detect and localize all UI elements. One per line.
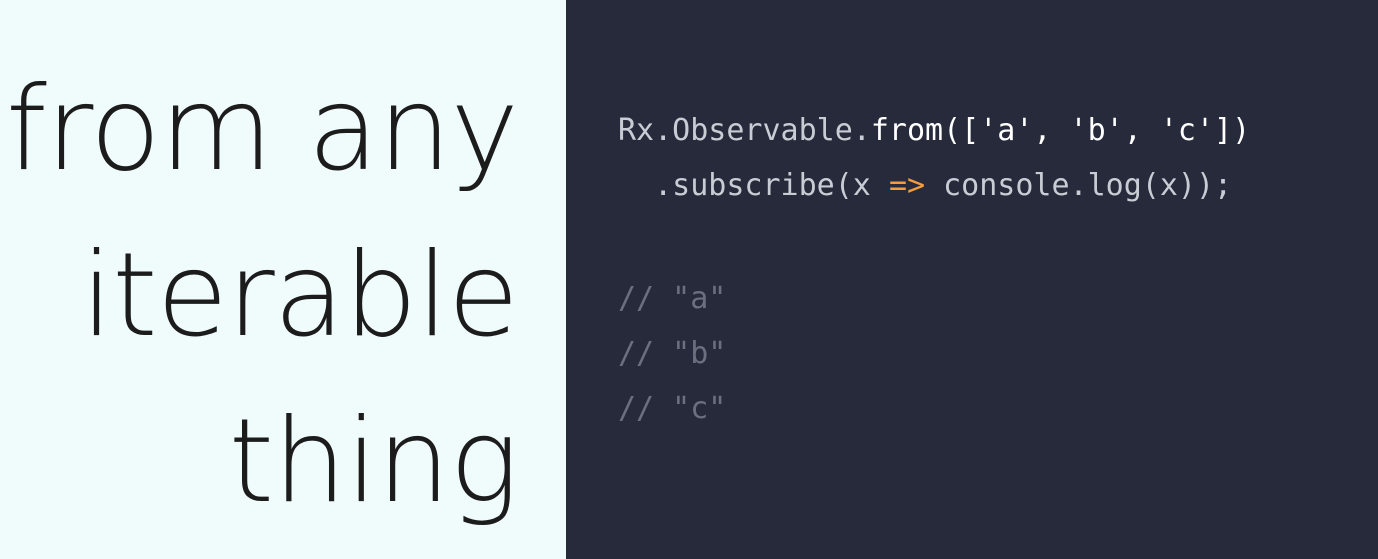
- title-line-2: iterable: [80, 228, 519, 363]
- slide: from any iterable thing Rx.Observable.fr…: [0, 0, 1378, 559]
- title-line-3: thing: [228, 394, 519, 529]
- code-arrow: =>: [888, 168, 926, 203]
- code-subscribe-suffix: console.log(x));: [925, 168, 1233, 203]
- title-panel: from any iterable thing: [0, 0, 566, 559]
- output-comment-a: // "a": [618, 281, 727, 316]
- output-comment-b: // "b": [618, 336, 727, 371]
- code-from-args: (['a', 'b', 'c']): [943, 113, 1251, 148]
- code-from-method: from: [870, 113, 944, 148]
- output-comment-c: // "c": [618, 391, 727, 426]
- code-observable-prefix: Rx.Observable.: [618, 113, 871, 148]
- code-subscribe-prefix: .subscribe(x: [654, 168, 889, 203]
- code-line-1: Rx.Observable.from(['a', 'b', 'c']): [618, 116, 1250, 146]
- title-line-1: from any: [5, 62, 519, 197]
- code-line-2: .subscribe(x => console.log(x));: [618, 171, 1232, 201]
- code-panel: Rx.Observable.from(['a', 'b', 'c']) .sub…: [566, 0, 1378, 559]
